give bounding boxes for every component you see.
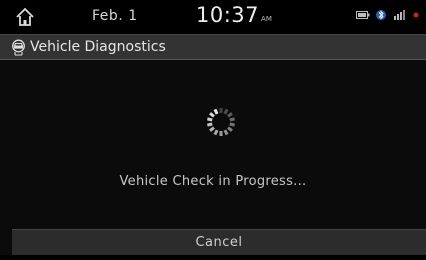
- dot-icon: [413, 12, 419, 18]
- status-icons: [356, 9, 419, 21]
- spinner-segment: [207, 122, 213, 127]
- progress-message: Vehicle Check in Progress...: [119, 174, 307, 189]
- bottom-edge: [0, 255, 426, 260]
- status-clock: 10:37 AM: [196, 3, 272, 27]
- spinner-segment: [209, 112, 215, 118]
- cancel-button[interactable]: Cancel: [12, 229, 426, 255]
- battery-icon: [356, 11, 370, 19]
- title-bar: Vehicle Diagnostics: [0, 34, 426, 60]
- loading-spinner-icon: [207, 108, 235, 136]
- spinner-segment: [213, 108, 219, 115]
- car-diagnostics-icon: [12, 39, 25, 56]
- home-button[interactable]: [12, 4, 38, 30]
- main-content: Vehicle Check in Progress...: [0, 60, 426, 229]
- status-ampm: AM: [261, 15, 272, 23]
- status-bar: Feb. 1 10:37 AM: [0, 0, 426, 34]
- spinner-segment: [227, 126, 233, 132]
- spinner-segment: [209, 126, 215, 132]
- spinner-segment: [229, 122, 235, 127]
- spinner-segment: [227, 112, 233, 118]
- spinner-segment: [229, 117, 235, 122]
- status-date: Feb. 1: [92, 8, 138, 24]
- page-title: Vehicle Diagnostics: [30, 39, 166, 55]
- spinner-segment: [213, 129, 219, 136]
- spinner-segment: [207, 117, 213, 122]
- signal-icon: [394, 10, 405, 20]
- spinner-segment: [223, 129, 229, 136]
- bluetooth-icon: [376, 10, 386, 20]
- spinner-segment: [223, 108, 229, 115]
- home-icon: [16, 7, 34, 26]
- status-time: 10:37: [196, 3, 260, 27]
